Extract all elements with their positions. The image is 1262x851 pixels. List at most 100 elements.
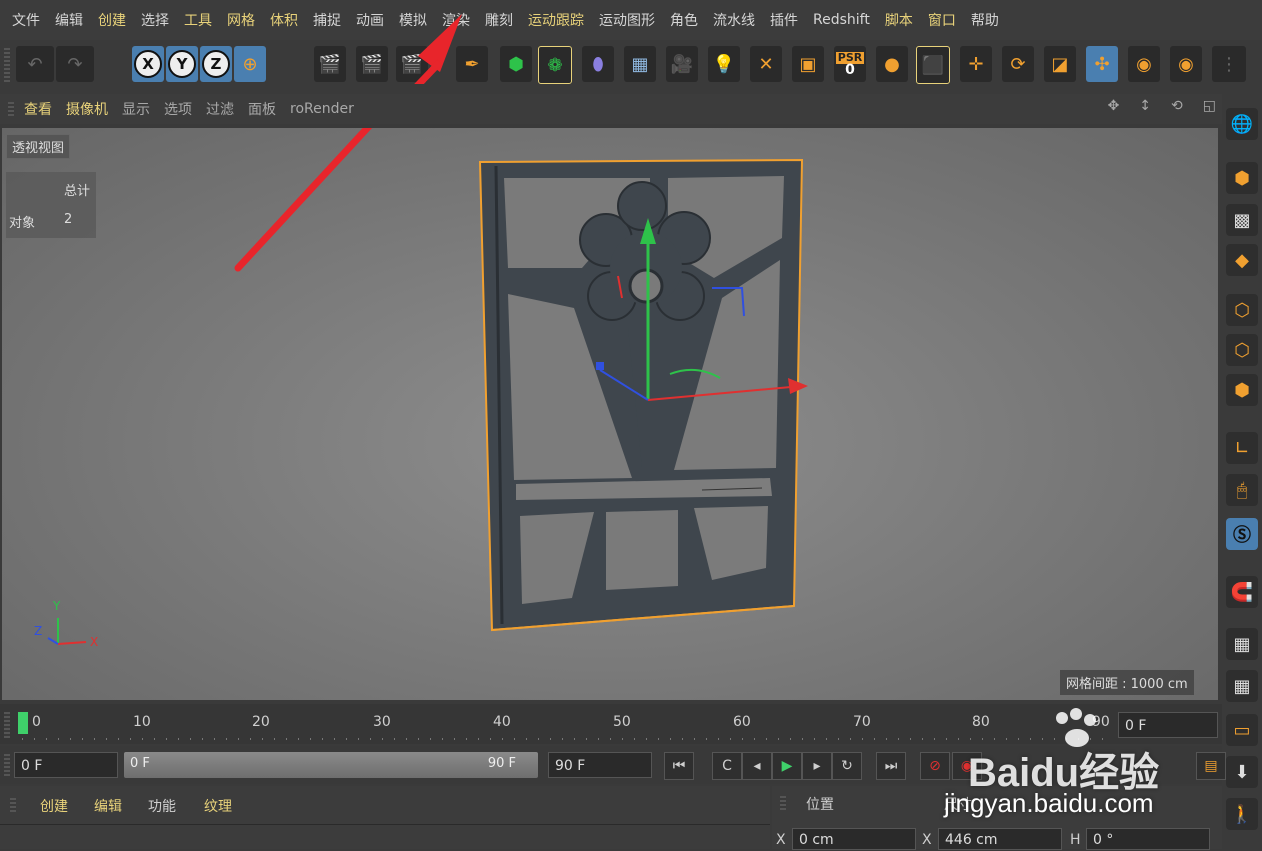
material-panel-grip[interactable] <box>10 798 16 812</box>
palette-window-button[interactable]: ▭ <box>1226 714 1258 746</box>
previous-key-button[interactable]: C <box>712 752 742 780</box>
next-frame-button[interactable]: ▸ <box>802 752 832 780</box>
toolbar-grip[interactable] <box>4 48 10 84</box>
cloner-button[interactable]: ❁ <box>538 46 572 84</box>
viewport-menu-camera[interactable]: 摄像机 <box>66 99 108 119</box>
render-to-picture-viewer-button[interactable]: 🎬 <box>356 46 388 82</box>
palette-points-mode-button[interactable]: ⬢ <box>1226 162 1258 194</box>
render-view-button[interactable]: 🎬 <box>314 46 346 82</box>
playhead[interactable] <box>18 712 28 734</box>
menu-redshift[interactable]: Redshift <box>813 12 870 28</box>
palette-grid-rotate-button[interactable]: ▦ <box>1226 670 1258 702</box>
z-axis-lock-button[interactable]: Z <box>200 46 232 82</box>
character-icon: 🚶 <box>1230 803 1254 825</box>
perspective-viewport[interactable]: Y X Z <box>2 128 1218 700</box>
previous-frame-button[interactable]: ◂ <box>742 752 772 780</box>
size-x-field[interactable]: 446 cm <box>938 828 1062 850</box>
play-button[interactable]: ▶ <box>772 752 802 780</box>
material-menu-edit[interactable]: 编辑 <box>94 796 122 816</box>
menu-file[interactable]: 文件 <box>12 10 40 30</box>
position-x-field[interactable]: 0 cm <box>792 828 916 850</box>
menu-select[interactable]: 选择 <box>141 10 169 30</box>
maximize-view-icon[interactable]: ◱ <box>1203 98 1216 114</box>
rotate-tool-button[interactable]: ⟳ <box>1002 46 1034 82</box>
move-tool-button[interactable]: ✛ <box>960 46 992 82</box>
viewport-menu-panel[interactable]: 面板 <box>248 99 276 119</box>
xpresso-button[interactable]: ▣ <box>792 46 824 82</box>
menu-create[interactable]: 创建 <box>98 10 126 30</box>
viewport-menu-display[interactable]: 显示 <box>122 99 150 119</box>
palette-lock-workplane-button[interactable]: ▦ <box>1226 628 1258 660</box>
x-axis-lock-button[interactable]: X <box>132 46 164 82</box>
menu-script[interactable]: 脚本 <box>885 10 913 30</box>
orbit-icon[interactable]: ⟲ <box>1171 98 1183 114</box>
viewport-menu-filter[interactable]: 过滤 <box>206 99 234 119</box>
cube-subdivision-button[interactable]: ⬢ <box>500 46 532 82</box>
scale-tool-button[interactable]: ◪ <box>1044 46 1076 82</box>
material-menu-texture[interactable]: 纹理 <box>204 796 232 816</box>
palette-snap-button[interactable]: Ⓢ <box>1226 518 1258 550</box>
min-time-field[interactable]: 0 F <box>14 752 118 778</box>
viewport-menu-prorender[interactable]: roRender <box>290 101 354 117</box>
menu-pipeline[interactable]: 流水线 <box>713 10 755 30</box>
menu-sculpt[interactable]: 雕刻 <box>485 10 513 30</box>
select-cursor-alt-button[interactable]: ◉ <box>1170 46 1202 82</box>
palette-workplane-button[interactable]: ◆ <box>1226 244 1258 276</box>
palette-point-mode-button[interactable]: ⬡ <box>1226 294 1258 326</box>
coord-panel-grip[interactable] <box>780 796 786 810</box>
menu-help[interactable]: 帮助 <box>971 10 999 30</box>
more-tools-button[interactable]: ⋮ <box>1212 46 1246 82</box>
deformer-button[interactable]: ⬮ <box>582 46 614 82</box>
menu-animate[interactable]: 动画 <box>356 10 384 30</box>
viewport-menu-grip[interactable] <box>8 102 14 116</box>
menu-tools[interactable]: 工具 <box>184 10 212 30</box>
light-button[interactable]: 💡 <box>708 46 740 82</box>
menu-volume[interactable]: 体积 <box>270 10 298 30</box>
live-selection-button[interactable]: ✣ <box>1086 46 1118 82</box>
tag-button[interactable]: ✕ <box>750 46 782 82</box>
next-key-button[interactable]: ↻ <box>832 752 862 780</box>
palette-globe-button[interactable]: 🌐 <box>1226 108 1258 140</box>
menu-snap[interactable]: 捕捉 <box>313 10 341 30</box>
undo-button[interactable]: ↶ <box>16 46 54 82</box>
timeline-grip[interactable] <box>4 712 10 738</box>
palette-polygon-mode-button[interactable]: ⬢ <box>1226 374 1258 406</box>
pan-icon[interactable]: ✥ <box>1108 98 1120 114</box>
viewport-menu-view[interactable]: 查看 <box>24 99 52 119</box>
menu-window[interactable]: 窗口 <box>928 10 956 30</box>
menu-motion-tracker[interactable]: 运动跟踪 <box>528 10 584 30</box>
palette-magnet-button[interactable]: 🧲 <box>1226 576 1258 608</box>
material-menu-create[interactable]: 创建 <box>40 796 68 816</box>
palette-texture-mode-button[interactable]: ▩ <box>1226 204 1258 236</box>
model-mode-button[interactable]: ⬛ <box>916 46 950 84</box>
palette-tweak-button[interactable]: 🖱 <box>1226 474 1258 506</box>
menu-mograph[interactable]: 运动图形 <box>599 10 655 30</box>
go-to-end-button[interactable]: ⏭ <box>876 752 906 780</box>
menu-edit[interactable]: 编辑 <box>55 10 83 30</box>
dolly-icon[interactable]: ↕ <box>1139 98 1151 114</box>
floor-button[interactable]: ▦ <box>624 46 656 82</box>
axis-direction-button[interactable]: ● <box>876 46 908 82</box>
playbar-grip[interactable] <box>4 754 10 776</box>
preview-range-slider[interactable]: 0 F 90 F <box>124 752 538 778</box>
menu-character[interactable]: 角色 <box>670 10 698 30</box>
camera-button[interactable]: 🎥 <box>666 46 698 82</box>
palette-download-button[interactable]: ⬇ <box>1226 756 1258 788</box>
redo-button[interactable]: ↷ <box>56 46 94 82</box>
viewport-menu-options[interactable]: 选项 <box>164 99 192 119</box>
select-cursor-button[interactable]: ◉ <box>1128 46 1160 82</box>
psr-button[interactable]: PSR 0 <box>834 46 866 82</box>
palette-character-button[interactable]: 🚶 <box>1226 798 1258 830</box>
go-to-start-button[interactable]: ⏮ <box>664 752 694 780</box>
menu-plugins[interactable]: 插件 <box>770 10 798 30</box>
menu-mesh[interactable]: 网格 <box>227 10 255 30</box>
max-time-field[interactable]: 90 F <box>548 752 652 778</box>
material-menu-function[interactable]: 功能 <box>148 796 176 816</box>
rotation-h-field[interactable]: 0 ° <box>1086 828 1210 850</box>
z-axis-icon: Z <box>202 50 230 78</box>
coordinate-system-button[interactable]: ⊕ <box>234 46 266 82</box>
palette-edge-mode-button[interactable]: ⬡ <box>1226 334 1258 366</box>
x-axis-icon: X <box>134 50 162 78</box>
palette-axis-button[interactable]: ∟ <box>1226 432 1258 464</box>
y-axis-lock-button[interactable]: Y <box>166 46 198 82</box>
